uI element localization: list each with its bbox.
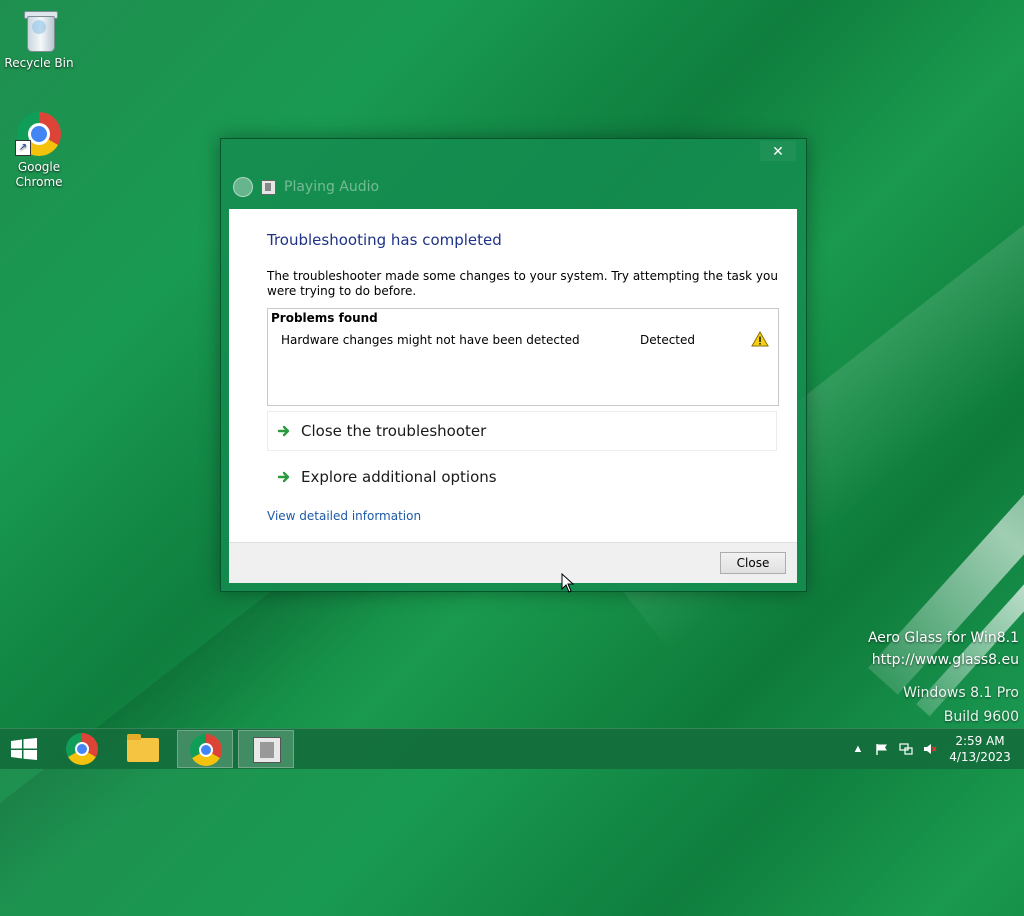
green-arrow-icon (277, 425, 290, 437)
chrome-icon: ↗ (15, 110, 63, 158)
window-title: Playing Audio (284, 179, 380, 195)
problems-found-box: Problems found Hardware changes might no… (267, 308, 779, 406)
problem-name: Hardware changes might not have been det… (281, 333, 580, 347)
watermark-line: Aero Glass for Win8.1 (867, 630, 1019, 646)
option-label: Explore additional options (301, 468, 497, 486)
problem-row[interactable]: Hardware changes might not have been det… (281, 331, 771, 351)
close-button[interactable]: Close (720, 552, 786, 574)
clock-time: 2:59 AM (955, 734, 1005, 748)
chrome-icon (66, 733, 98, 765)
watermark-line: http://www.glass8.eu (871, 652, 1019, 668)
taskbar: ▲ 2:59 AM 4/13/2023 (0, 728, 1024, 769)
page-heading: Troubleshooting has completed (267, 231, 502, 249)
description-text: The troubleshooter made some changes to … (267, 269, 778, 298)
system-clock[interactable]: 2:59 AM 4/13/2023 (940, 733, 1020, 765)
dialog-content: Troubleshooting has completed The troubl… (229, 209, 797, 542)
option-label: Close the troubleshooter (301, 422, 487, 440)
action-center-flag-icon[interactable] (875, 743, 889, 755)
desktop-icon-google-chrome[interactable]: ↗ Google Chrome (1, 110, 77, 190)
green-arrow-icon (277, 471, 290, 483)
taskbar-chrome-active[interactable] (177, 730, 233, 768)
troubleshooter-icon (261, 179, 276, 195)
mouse-cursor-icon (561, 573, 575, 593)
window-close-button[interactable]: ✕ (760, 141, 796, 161)
option-explore-additional[interactable]: Explore additional options (267, 457, 777, 497)
recycle-bin-icon (15, 6, 63, 54)
os-build: Build 9600 (943, 709, 1019, 725)
start-button[interactable] (10, 738, 38, 760)
taskbar-troubleshooter[interactable] (238, 730, 294, 768)
show-hidden-icons-chevron-icon[interactable]: ▲ (851, 743, 865, 755)
volume-muted-icon[interactable] (923, 743, 937, 755)
chrome-icon (190, 734, 222, 766)
desktop-icon-label: Google Chrome (15, 160, 63, 189)
clock-date: 4/13/2023 (949, 750, 1011, 764)
view-detailed-information-link[interactable]: View detailed information (267, 509, 421, 523)
problems-header: Problems found (271, 311, 378, 325)
close-icon: ✕ (772, 143, 784, 159)
problem-status: Detected (640, 333, 696, 347)
dialog-footer: Close (229, 542, 797, 583)
desktop-glass-bar (868, 385, 1024, 695)
troubleshooter-dialog: ✕ Playing Audio Troubleshooting has comp… (220, 138, 807, 592)
desktop-icon-label: Recycle Bin (4, 56, 74, 70)
desktop-glass-bar (916, 421, 1024, 717)
os-edition: Windows 8.1 Pro (903, 685, 1019, 701)
warning-icon (751, 331, 769, 347)
option-close-troubleshooter[interactable]: Close the troubleshooter (267, 411, 777, 451)
folder-icon (127, 734, 159, 762)
network-icon[interactable] (899, 743, 913, 755)
troubleshooter-icon (253, 737, 281, 763)
back-button[interactable] (233, 177, 253, 197)
shortcut-arrow-icon: ↗ (15, 140, 31, 156)
title-bar: Playing Audio (233, 177, 379, 197)
desktop-icon-recycle-bin[interactable]: Recycle Bin (1, 6, 77, 71)
taskbar-chrome[interactable] (54, 730, 110, 768)
taskbar-file-explorer[interactable] (115, 730, 171, 768)
